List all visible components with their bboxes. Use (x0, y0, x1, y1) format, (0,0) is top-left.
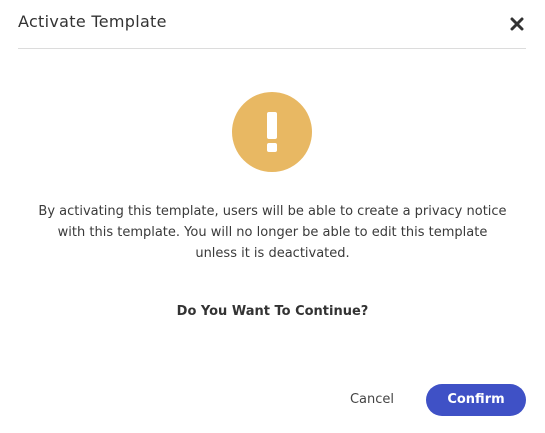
warning-badge (232, 92, 312, 172)
message-line: By activating this template, users will … (38, 204, 507, 219)
close-icon (510, 17, 524, 31)
continue-question: Do You Want To Continue? (176, 304, 369, 319)
dialog-header: Activate Template (18, 0, 526, 49)
exclamation-icon (267, 112, 277, 152)
dialog-title: Activate Template (18, 12, 167, 31)
message-line: with this template. You will no longer b… (57, 225, 488, 240)
message-line: unless it is deactivated. (195, 246, 350, 261)
confirm-button[interactable]: Confirm (426, 384, 526, 416)
close-button[interactable] (508, 15, 526, 33)
cancel-button[interactable]: Cancel (340, 384, 404, 416)
activate-template-dialog: Activate Template By activating this tem… (0, 0, 545, 433)
dialog-message: By activating this template, users will … (0, 201, 545, 264)
